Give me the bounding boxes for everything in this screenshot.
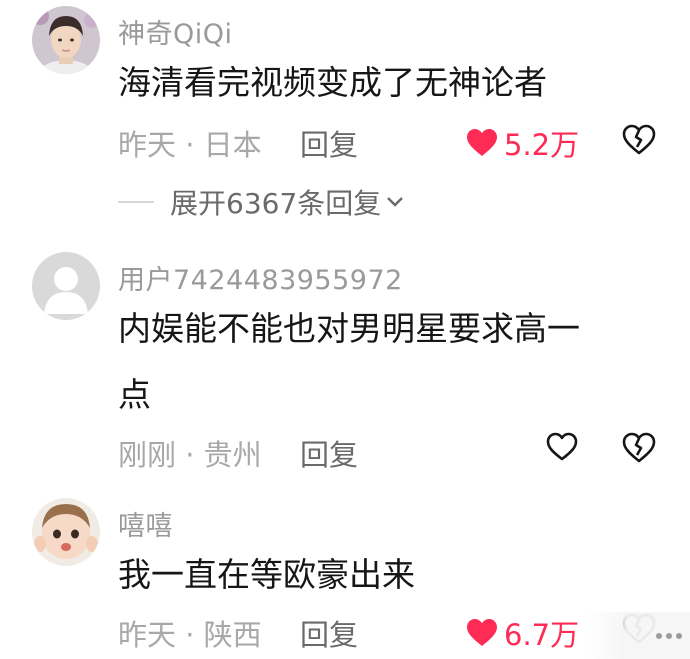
comment-meta: 昨天 · 陕西 — [118, 618, 262, 652]
broken-heart-icon[interactable] — [622, 123, 656, 157]
like-button[interactable]: 6.7万 — [466, 612, 579, 654]
heart-filled-icon — [467, 619, 497, 646]
username[interactable]: 嘻嘻 — [118, 504, 173, 543]
divider — [118, 201, 154, 203]
like-button[interactable]: 5.2万 — [466, 122, 579, 164]
reply-button[interactable]: 回复 — [300, 612, 358, 654]
reply-button[interactable]: 回复 — [300, 122, 358, 164]
avatar[interactable] — [32, 498, 100, 566]
chevron-down-icon — [387, 197, 404, 207]
reply-button[interactable]: 回复 — [300, 432, 358, 474]
heart-filled-icon — [467, 129, 497, 156]
expand-replies[interactable]: 展开6367条回复 — [118, 182, 405, 222]
like-count: 6.7万 — [504, 618, 580, 652]
heart-outline-icon[interactable] — [546, 432, 578, 462]
comment-meta: 刚刚 · 贵州 — [118, 438, 262, 472]
username[interactable]: 用户7424483955972 — [118, 258, 403, 297]
more-dots-icon — [585, 612, 690, 659]
avatar[interactable] — [32, 252, 100, 320]
comment-text-line2: 点 — [118, 375, 151, 414]
expand-replies-label: 展开6367条回复 — [170, 187, 382, 220]
comment-text: 海清看完视频变成了无神论者 — [118, 63, 547, 102]
broken-heart-icon[interactable] — [622, 431, 656, 465]
comment-text-line1: 内娱能不能也对男明星要求高一 — [118, 309, 580, 348]
comment-meta: 昨天 · 日本 — [118, 128, 262, 162]
avatar[interactable] — [32, 6, 100, 74]
username[interactable]: 神奇QiQi — [118, 12, 233, 51]
comment-text: 我一直在等欧豪出来 — [118, 555, 415, 594]
like-count: 5.2万 — [504, 128, 580, 162]
